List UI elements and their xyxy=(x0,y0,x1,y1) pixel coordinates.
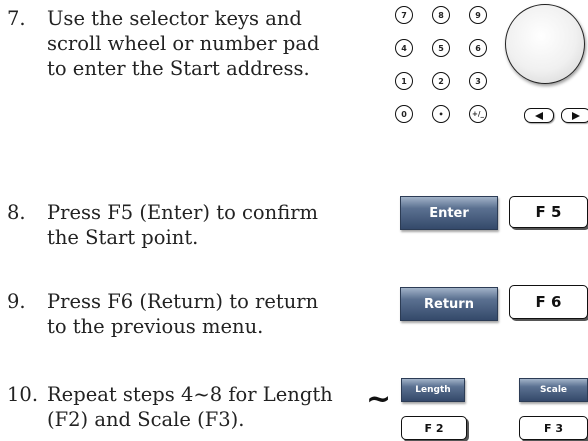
scale-softkey[interactable]: Scale xyxy=(519,378,588,402)
key-0[interactable]: 0 xyxy=(395,105,413,123)
right-arrow-icon xyxy=(572,111,580,120)
key-2[interactable]: 2 xyxy=(432,72,450,90)
step-line: Repeat steps 4~8 for Length xyxy=(47,383,333,406)
scroll-wheel[interactable] xyxy=(505,4,585,84)
enter-softkey[interactable]: Enter xyxy=(400,196,498,230)
key-plus-minus[interactable]: +/_ xyxy=(469,105,487,123)
step-number: 10. xyxy=(7,383,39,406)
key-9[interactable]: 9 xyxy=(469,6,487,24)
step-number: 8. xyxy=(7,201,26,224)
key-decimal-point[interactable]: • xyxy=(432,105,450,123)
step-line: (F2) and Scale (F3). xyxy=(47,408,245,431)
step-line: Use the selector keys and xyxy=(47,7,302,30)
key-7[interactable]: 7 xyxy=(395,6,413,24)
step-line: to the previous menu. xyxy=(47,315,264,338)
left-arrow-key[interactable] xyxy=(524,108,554,123)
step-number: 7. xyxy=(7,7,26,30)
key-3[interactable]: 3 xyxy=(469,72,487,90)
step-line: the Start point. xyxy=(47,226,199,249)
key-8[interactable]: 8 xyxy=(432,6,450,24)
step-line: Press F5 (Enter) to confirm xyxy=(47,201,319,224)
return-softkey[interactable]: Return xyxy=(400,287,498,321)
step-line: Press F6 (Return) to return xyxy=(47,290,319,313)
range-tilde: ~ xyxy=(366,382,392,417)
f2-key[interactable]: F 2 xyxy=(401,416,467,440)
length-softkey[interactable]: Length xyxy=(401,378,465,402)
f3-key[interactable]: F 3 xyxy=(519,416,588,440)
key-1[interactable]: 1 xyxy=(395,72,413,90)
step-line: scroll wheel or number pad xyxy=(47,32,320,55)
step-line: to enter the Start address. xyxy=(47,57,310,80)
left-arrow-icon xyxy=(535,111,543,120)
f6-key[interactable]: F 6 xyxy=(509,285,588,319)
key-4[interactable]: 4 xyxy=(395,39,413,57)
key-5[interactable]: 5 xyxy=(432,39,450,57)
key-6[interactable]: 6 xyxy=(469,39,487,57)
right-arrow-key[interactable] xyxy=(561,108,588,123)
f5-key[interactable]: F 5 xyxy=(509,196,588,228)
step-number: 9. xyxy=(7,290,26,313)
